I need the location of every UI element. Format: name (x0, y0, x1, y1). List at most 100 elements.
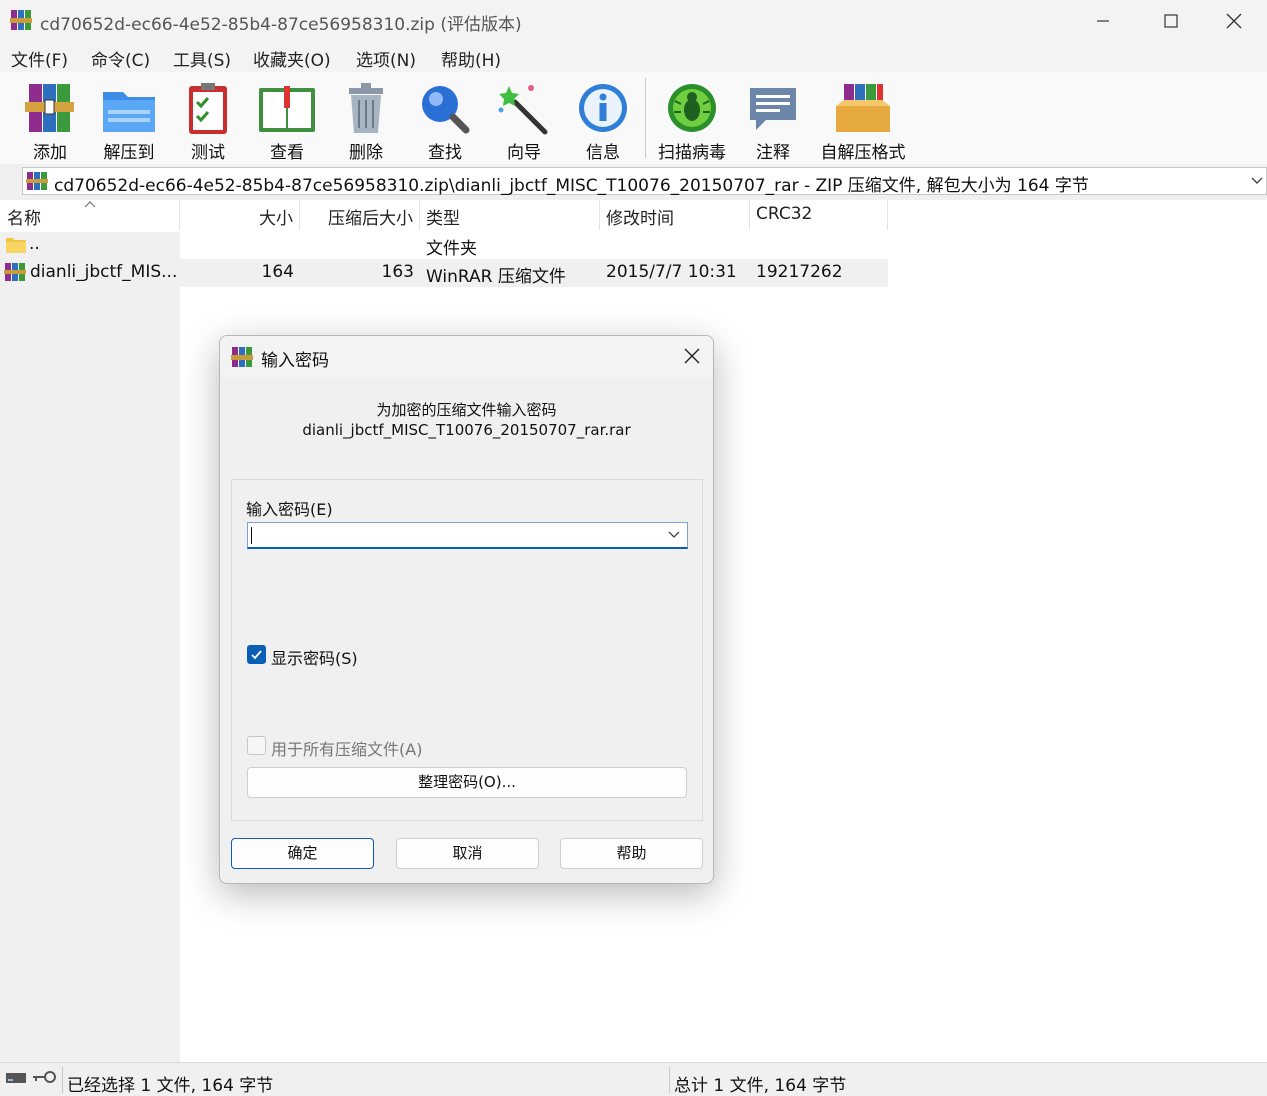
toolbar-scan-virus-label: 扫描病毒 (658, 143, 726, 163)
close-icon (1226, 13, 1242, 29)
column-name-label: 名称 (7, 209, 41, 229)
books-add-icon (25, 84, 74, 132)
ok-button[interactable]: 确定 (231, 838, 374, 869)
maximize-icon (1164, 14, 1178, 28)
chevron-down-icon[interactable] (1250, 176, 1264, 186)
status-separator (62, 1067, 63, 1093)
title-bar: cd70652d-ec66-4e52-85b4-87ce56958310.zip… (0, 0, 1267, 42)
status-separator (669, 1067, 670, 1093)
toolbar: 添加 解压到 测试 查看 删除 查找 向导 信息 扫描病毒 注释 自解压格式 (0, 72, 1267, 164)
toolbar-view-button[interactable]: 查看 (256, 78, 318, 163)
use-for-all-checkbox[interactable] (247, 736, 266, 755)
toolbar-info-button[interactable]: 信息 (572, 78, 634, 163)
comment-icon (750, 88, 796, 130)
menu-tools[interactable]: 工具(S) (173, 46, 231, 71)
close-icon[interactable] (683, 347, 701, 365)
file-name: dianli_jbctf_MIS... (30, 262, 178, 282)
toolbar-find-button[interactable]: 查找 (414, 78, 476, 163)
sort-up-icon (84, 201, 96, 208)
close-window-button[interactable] (1201, 0, 1267, 42)
toolbar-add-button[interactable]: 添加 (15, 78, 85, 163)
column-modified-label: 修改时间 (606, 209, 674, 229)
column-header-modified[interactable]: 修改时间 (600, 200, 750, 230)
toolbar-comment-button[interactable]: 注释 (742, 78, 804, 163)
menu-file[interactable]: 文件(F) (11, 46, 68, 71)
toolbar-test-label: 测试 (191, 143, 225, 163)
bug-scan-icon (668, 84, 716, 132)
column-header-packed[interactable]: 压缩后大小 (300, 200, 420, 230)
minimize-icon (1097, 20, 1109, 22)
magnifier-icon (422, 86, 470, 134)
toolbar-view-label: 查看 (270, 143, 304, 163)
show-password-checkbox[interactable] (247, 645, 266, 664)
clipboard-test-icon (189, 83, 227, 134)
archive-file-icon (4, 263, 26, 281)
maximize-button[interactable] (1138, 0, 1204, 42)
window-title: cd70652d-ec66-4e52-85b4-87ce56958310.zip… (40, 15, 522, 35)
organize-passwords-button[interactable]: 整理密码(O)... (247, 767, 687, 798)
file-packed-size: 163 (381, 262, 414, 282)
help-button[interactable]: 帮助 (560, 838, 703, 869)
menu-help[interactable]: 帮助(H) (441, 46, 501, 71)
column-header-name[interactable]: 名称 (0, 200, 180, 230)
toolbar-add-label: 添加 (33, 143, 67, 163)
toolbar-sfx-label: 自解压格式 (820, 143, 906, 163)
column-header-crc32[interactable]: CRC32 (750, 200, 888, 230)
toolbar-sfx-button[interactable]: 自解压格式 (816, 78, 910, 163)
address-bar[interactable]: cd70652d-ec66-4e52-85b4-87ce56958310.zip… (22, 167, 1267, 196)
toolbar-info-label: 信息 (586, 143, 620, 163)
toolbar-wizard-button[interactable]: 向导 (493, 78, 555, 163)
toolbar-delete-button[interactable]: 删除 (335, 78, 397, 163)
archive-file-icon (26, 172, 48, 190)
toolbar-test-button[interactable]: 测试 (178, 78, 238, 163)
open-book-icon (259, 86, 315, 132)
toolbar-comment-label: 注释 (756, 143, 790, 163)
dialog-message: 为加密的压缩文件输入密码 (376, 401, 557, 419)
file-crc32: 19217262 (756, 262, 843, 282)
column-header-size[interactable]: 大小 (180, 200, 300, 230)
file-size: 164 (261, 262, 294, 282)
status-selection: 已经选择 1 文件, 164 字节 (67, 1076, 274, 1096)
chevron-down-icon[interactable] (668, 531, 680, 539)
menu-bar: 文件(F) 命令(C) 工具(S) 收藏夹(O) 选项(N) 帮助(H) (0, 42, 1267, 72)
column-size-label: 大小 (259, 209, 293, 229)
toolbar-wizard-label: 向导 (507, 143, 541, 163)
drive-icon (6, 1073, 26, 1083)
password-dialog: 输入密码 为加密的压缩文件输入密码 dianli_jbctf_MISC_T100… (219, 335, 714, 884)
menu-favorites[interactable]: 收藏夹(O) (253, 46, 331, 71)
show-password-label[interactable]: 显示密码(S) (271, 645, 358, 669)
column-header-type[interactable]: 类型 (420, 200, 600, 230)
file-modified: 2015/7/7 10:31 (606, 262, 737, 282)
toolbar-extract-button[interactable]: 解压到 (93, 78, 165, 163)
minimize-button[interactable] (1070, 0, 1136, 42)
file-type: 文件夹 (426, 239, 477, 259)
status-total: 总计 1 文件, 164 字节 (674, 1076, 847, 1096)
folder-extract-icon (103, 92, 155, 132)
column-type-label: 类型 (426, 209, 460, 229)
winrar-app-icon (231, 347, 253, 367)
status-bar: 已经选择 1 文件, 164 字节 总计 1 文件, 164 字节 (0, 1062, 1267, 1096)
folder-icon (6, 238, 26, 253)
dialog-title-bar: 输入密码 (220, 336, 713, 378)
file-name: .. (29, 234, 40, 254)
sfx-box-icon (836, 84, 890, 132)
toolbar-extract-label: 解压到 (103, 143, 155, 163)
password-label: 输入密码(E) (246, 500, 333, 519)
table-row[interactable]: dianli_jbctf_MIS... 164 163 WinRAR 压缩文件 … (0, 259, 888, 287)
use-for-all-label[interactable]: 用于所有压缩文件(A) (271, 736, 422, 760)
winrar-app-icon (10, 10, 32, 30)
password-input[interactable] (247, 522, 688, 549)
magic-wand-icon (498, 85, 548, 135)
toolbar-scan-virus-button[interactable]: 扫描病毒 (652, 78, 732, 163)
menu-options[interactable]: 选项(N) (356, 46, 416, 71)
toolbar-separator (645, 78, 646, 158)
table-row[interactable]: .. 文件夹 (0, 231, 888, 259)
file-type: WinRAR 压缩文件 (426, 267, 566, 287)
text-caret (251, 527, 252, 544)
toolbar-delete-label: 删除 (349, 143, 383, 163)
cancel-button[interactable]: 取消 (396, 838, 539, 869)
list-left-pane (0, 232, 180, 1062)
menu-commands[interactable]: 命令(C) (91, 46, 150, 71)
dialog-filename: dianli_jbctf_MISC_T10076_20150707_rar.ra… (302, 421, 631, 439)
trash-can-icon (349, 83, 383, 133)
